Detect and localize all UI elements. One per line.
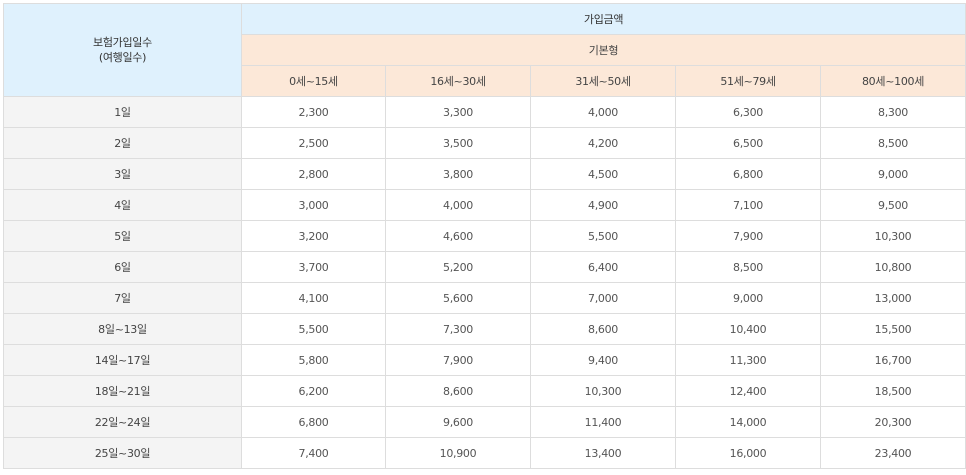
premium-cell: 16,000 bbox=[675, 437, 821, 469]
age-group-header: 80세~100세 bbox=[819, 65, 966, 97]
amount-header: 가입금액 bbox=[240, 3, 966, 35]
table-row: 7일 4,100 5,600 7,000 9,000 13,000 bbox=[3, 282, 966, 314]
premium-table-container: 보험가입일수 (여행일수) 가입금액 기본형 0세~15세 16세~30세 31… bbox=[0, 0, 966, 475]
days-cell: 7일 bbox=[3, 282, 242, 314]
premium-cell: 4,200 bbox=[530, 127, 676, 159]
table-row: 4일 3,000 4,000 4,900 7,100 9,500 bbox=[3, 189, 966, 221]
premium-cell: 10,800 bbox=[819, 251, 966, 283]
days-header-line1: 보험가입일수 bbox=[93, 36, 152, 49]
premium-cell: 9,500 bbox=[819, 189, 966, 221]
days-cell: 22일~24일 bbox=[3, 406, 242, 438]
premium-cell: 9,000 bbox=[675, 282, 821, 314]
age-group-header: 51세~79세 bbox=[675, 65, 821, 97]
premium-cell: 4,000 bbox=[530, 96, 676, 128]
days-column-header: 보험가입일수 (여행일수) bbox=[3, 3, 242, 97]
premium-cell: 7,100 bbox=[675, 189, 821, 221]
premium-cell: 20,300 bbox=[819, 406, 966, 438]
premium-cell: 2,800 bbox=[241, 158, 386, 190]
age-group-header: 16세~30세 bbox=[385, 65, 531, 97]
premium-cell: 9,600 bbox=[385, 406, 531, 438]
table-row: 5일 3,200 4,600 5,500 7,900 10,300 bbox=[3, 220, 966, 252]
premium-cell: 10,400 bbox=[675, 313, 821, 345]
table-row: 1일 2,300 3,300 4,000 6,300 8,300 bbox=[3, 96, 966, 128]
premium-cell: 3,000 bbox=[241, 189, 386, 221]
premium-cell: 3,800 bbox=[385, 158, 531, 190]
table-row: 2일 2,500 3,500 4,200 6,500 8,500 bbox=[3, 127, 966, 159]
table-row: 6일 3,700 5,200 6,400 8,500 10,800 bbox=[3, 251, 966, 283]
premium-cell: 4,500 bbox=[530, 158, 676, 190]
days-cell: 1일 bbox=[3, 96, 242, 128]
premium-cell: 5,600 bbox=[385, 282, 531, 314]
premium-cell: 10,300 bbox=[819, 220, 966, 252]
premium-cell: 15,500 bbox=[819, 313, 966, 345]
premium-cell: 4,000 bbox=[385, 189, 531, 221]
table-row: 22일~24일 6,800 9,600 11,400 14,000 20,300 bbox=[3, 406, 966, 438]
premium-cell: 4,900 bbox=[530, 189, 676, 221]
table-row: 14일~17일 5,800 7,900 9,400 11,300 16,700 bbox=[3, 344, 966, 376]
premium-cell: 4,600 bbox=[385, 220, 531, 252]
premium-cell: 9,400 bbox=[530, 344, 676, 376]
premium-cell: 6,800 bbox=[675, 158, 821, 190]
premium-cell: 4,100 bbox=[241, 282, 386, 314]
days-cell: 25일~30일 bbox=[3, 437, 242, 469]
plan-type-header: 기본형 bbox=[240, 34, 966, 66]
days-cell: 5일 bbox=[3, 220, 242, 252]
days-cell: 14일~17일 bbox=[3, 344, 242, 376]
table-body: 1일 2,300 3,300 4,000 6,300 8,300 2일 2,500 3,500 4… bbox=[3, 96, 966, 469]
premium-cell: 6,800 bbox=[241, 406, 386, 438]
age-group-header: 31세~50세 bbox=[530, 65, 676, 97]
premium-cell: 2,300 bbox=[241, 96, 386, 128]
premium-cell: 5,200 bbox=[385, 251, 531, 283]
premium-cell: 5,500 bbox=[530, 220, 676, 252]
premium-cell: 13,000 bbox=[819, 282, 966, 314]
premium-cell: 8,300 bbox=[819, 96, 966, 128]
premium-cell: 7,900 bbox=[675, 220, 821, 252]
premium-cell: 7,400 bbox=[241, 437, 386, 469]
premium-cell: 9,000 bbox=[819, 158, 966, 190]
days-cell: 18일~21일 bbox=[3, 375, 242, 407]
premium-cell: 18,500 bbox=[819, 375, 966, 407]
premium-cell: 8,600 bbox=[385, 375, 531, 407]
premium-cell: 3,300 bbox=[385, 96, 531, 128]
days-cell: 4일 bbox=[3, 189, 242, 221]
days-cell: 2일 bbox=[3, 127, 242, 159]
table-row: 18일~21일 6,200 8,600 10,300 12,400 18,500 bbox=[3, 375, 966, 407]
premium-cell: 11,400 bbox=[530, 406, 676, 438]
premium-cell: 10,900 bbox=[385, 437, 531, 469]
days-cell: 3일 bbox=[3, 158, 242, 190]
age-group-header: 0세~15세 bbox=[241, 65, 386, 97]
days-cell: 8일~13일 bbox=[3, 313, 242, 345]
premium-cell: 3,700 bbox=[241, 251, 386, 283]
premium-cell: 11,300 bbox=[675, 344, 821, 376]
premium-cell: 6,500 bbox=[675, 127, 821, 159]
table-row: 8일~13일 5,500 7,300 8,600 10,400 15,500 bbox=[3, 313, 966, 345]
premium-cell: 16,700 bbox=[819, 344, 966, 376]
table-row: 25일~30일 7,400 10,900 13,400 16,000 23,400 bbox=[3, 437, 966, 469]
table-header: 보험가입일수 (여행일수) 가입금액 기본형 0세~15세 16세~30세 31… bbox=[3, 3, 966, 97]
premium-cell: 5,800 bbox=[241, 344, 386, 376]
premium-cell: 6,300 bbox=[675, 96, 821, 128]
premium-cell: 23,400 bbox=[819, 437, 966, 469]
premium-rate-table: 보험가입일수 (여행일수) 가입금액 기본형 0세~15세 16세~30세 31… bbox=[3, 3, 966, 469]
premium-cell: 8,500 bbox=[819, 127, 966, 159]
premium-cell: 7,300 bbox=[385, 313, 531, 345]
premium-cell: 10,300 bbox=[530, 375, 676, 407]
premium-cell: 7,900 bbox=[385, 344, 531, 376]
premium-cell: 2,500 bbox=[241, 127, 386, 159]
days-cell: 6일 bbox=[3, 251, 242, 283]
premium-cell: 13,400 bbox=[530, 437, 676, 469]
days-header-line2: (여행일수) bbox=[98, 51, 147, 64]
premium-cell: 8,600 bbox=[530, 313, 676, 345]
premium-cell: 3,500 bbox=[385, 127, 531, 159]
premium-cell: 6,400 bbox=[530, 251, 676, 283]
premium-cell: 5,500 bbox=[241, 313, 386, 345]
premium-cell: 7,000 bbox=[530, 282, 676, 314]
premium-cell: 3,200 bbox=[241, 220, 386, 252]
premium-cell: 8,500 bbox=[675, 251, 821, 283]
premium-cell: 6,200 bbox=[241, 375, 386, 407]
premium-cell: 12,400 bbox=[675, 375, 821, 407]
premium-cell: 14,000 bbox=[675, 406, 821, 438]
header-row-amount: 보험가입일수 (여행일수) 가입금액 bbox=[3, 3, 966, 97]
table-row: 3일 2,800 3,800 4,500 6,800 9,000 bbox=[3, 158, 966, 190]
